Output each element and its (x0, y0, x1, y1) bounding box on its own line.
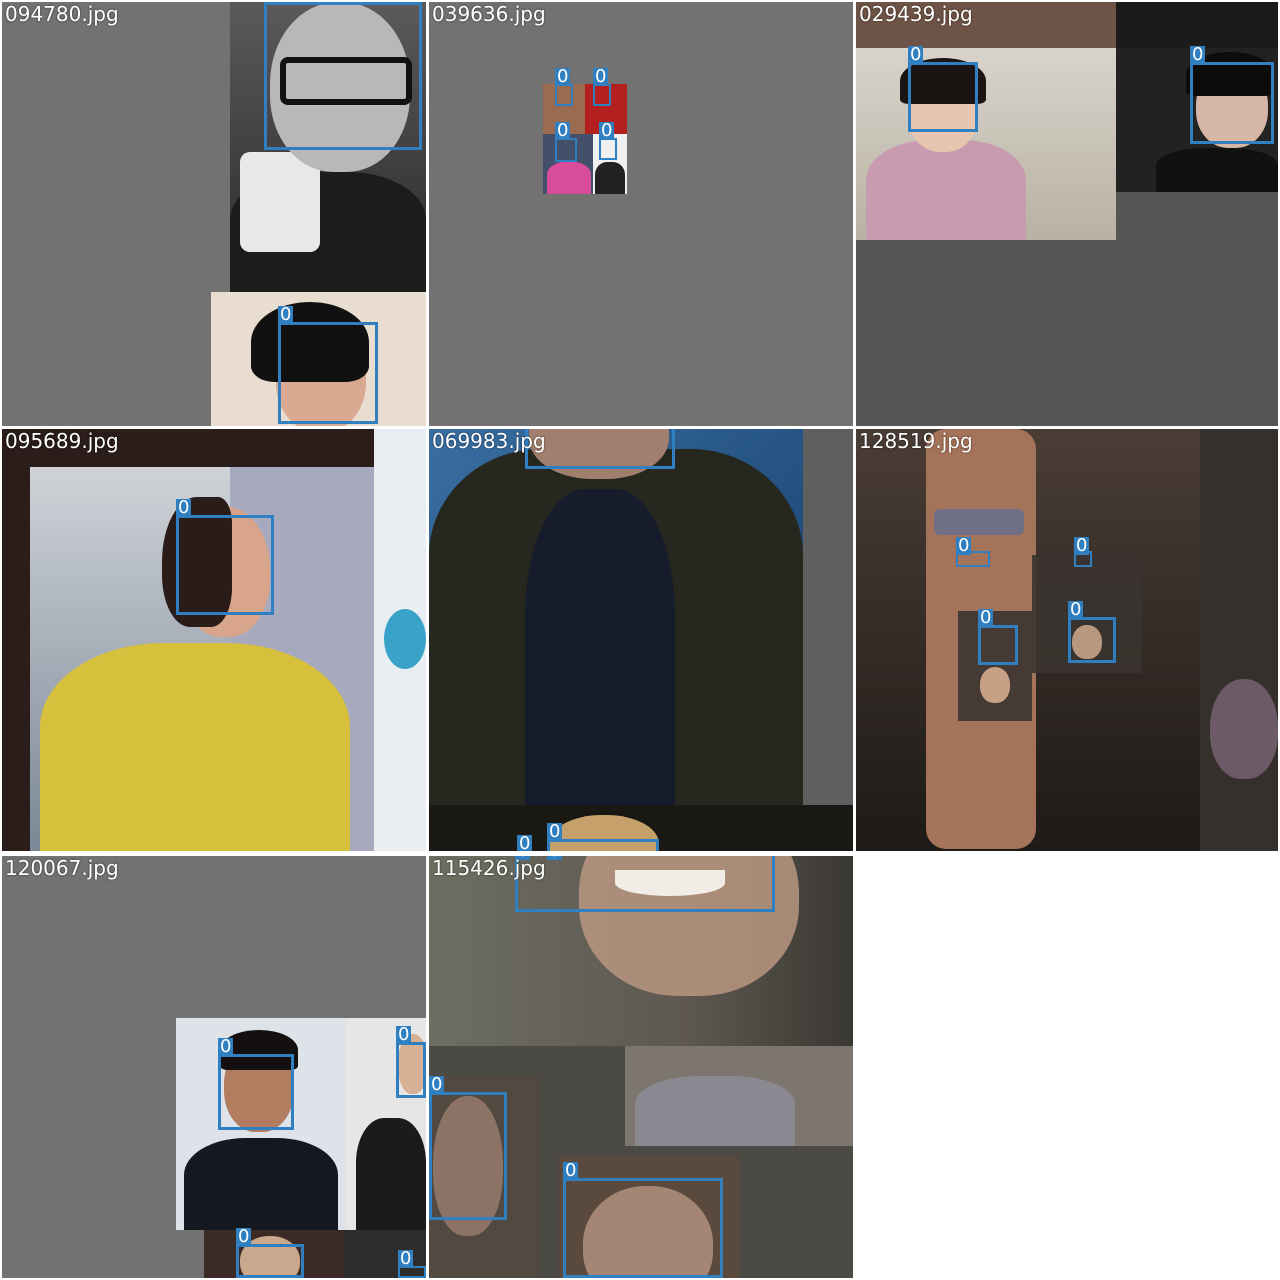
face-bounding-box (525, 429, 675, 469)
box-class-label: 0 (278, 304, 294, 325)
box-class-label: 0 (176, 497, 192, 518)
face-bounding-box (978, 625, 1018, 665)
face-bounding-box (555, 138, 577, 162)
face-bounding-box (396, 1042, 426, 1098)
face-bounding-box (176, 515, 274, 615)
tile-filename: 029439.jpg (859, 2, 973, 26)
face-bounding-box (547, 839, 659, 851)
face-bounding-box (908, 62, 978, 132)
mosaic-tile-120067: 120067.jpg 0 0 0 0 (2, 856, 426, 1278)
photo-man-dark-jacket (429, 429, 803, 805)
tile-filename: 069983.jpg (432, 429, 546, 453)
mosaic-tile-029439: 029439.jpg 0 0 (856, 2, 1278, 426)
box-class-label: 0 (218, 1036, 234, 1057)
face-bounding-box (515, 856, 775, 912)
face-bounding-box (593, 84, 611, 106)
box-class-label: 0 (547, 856, 563, 860)
box-class-label: 0 (1190, 44, 1206, 65)
tile-filename: 094780.jpg (5, 2, 119, 26)
face-bounding-box (429, 1092, 507, 1220)
mosaic-tile-069983: 069983.jpg 0 0 0 (429, 429, 853, 851)
mosaic-tile-039636: 039636.jpg 0 0 0 0 (429, 2, 853, 426)
box-class-label: 0 (1068, 599, 1084, 620)
face-bounding-box (1068, 617, 1116, 663)
box-class-label: 0 (555, 120, 571, 141)
tile-filename: 120067.jpg (5, 856, 119, 880)
box-class-label: 0 (1074, 535, 1090, 556)
box-class-label: 0 (398, 1248, 414, 1269)
box-class-label: 0 (599, 120, 615, 141)
photo-crowd-right (1200, 429, 1278, 851)
tile-filename: 039636.jpg (432, 2, 546, 26)
photo-neck-shirt (625, 1046, 853, 1146)
box-class-label: 0 (908, 44, 924, 65)
box-class-label: 0 (555, 66, 571, 87)
box-class-label: 0 (236, 1226, 252, 1247)
face-bounding-box (1190, 62, 1274, 144)
box-class-label: 0 (429, 1074, 445, 1095)
photo-top-strip-right (1116, 2, 1278, 48)
mosaic-tile-128519: 128519.jpg 0 0 0 0 (856, 429, 1278, 851)
box-class-label: 0 (547, 821, 563, 842)
mosaic-tile-115426: 115426.jpg 0 0 0 0 (429, 856, 853, 1278)
face-bounding-box (563, 1178, 723, 1278)
mosaic-tile-094780: 094780.jpg 0 (2, 2, 426, 426)
box-class-label: 0 (563, 1160, 579, 1181)
face-bounding-box (599, 138, 617, 160)
photo-banner-right (374, 429, 426, 851)
tile-filename: 115426.jpg (432, 856, 546, 880)
empty-grid-cell (856, 856, 1278, 1278)
box-class-label: 0 (956, 535, 972, 556)
box-class-label: 0 (978, 607, 994, 628)
face-bounding-box (264, 2, 422, 150)
face-bounding-box (555, 84, 573, 106)
face-bounding-box (236, 1244, 304, 1278)
tile-filename: 128519.jpg (859, 429, 973, 453)
face-bounding-box (278, 322, 378, 424)
tile-filename: 095689.jpg (5, 429, 119, 453)
mosaic-tile-095689: 095689.jpg 0 (2, 429, 426, 851)
photo-woman-kimono (856, 48, 1116, 240)
box-class-label: 0 (517, 833, 533, 851)
box-class-label: 0 (396, 1024, 412, 1045)
face-bounding-box (218, 1054, 294, 1130)
box-class-label: 0 (593, 66, 609, 87)
